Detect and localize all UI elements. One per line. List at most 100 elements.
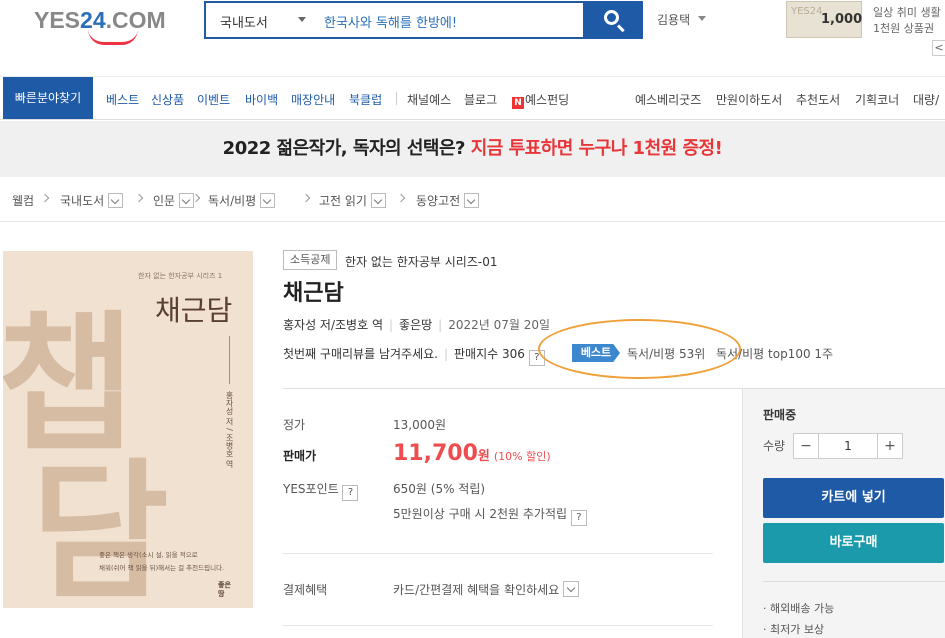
search-icon: [604, 10, 619, 25]
nav-item-best[interactable]: 베스트: [106, 91, 139, 108]
dropdown-icon[interactable]: [260, 193, 276, 208]
point-extra-help-icon[interactable]: ?: [570, 510, 587, 526]
payment-benefit-label: 결제혜택: [283, 583, 328, 597]
nav-item-channel-yes[interactable]: 채널예스: [407, 91, 451, 108]
meta-divider: |: [389, 318, 394, 332]
promo-text-line1[interactable]: 일상 취미 생활: [873, 4, 941, 20]
breadcrumb-item[interactable]: 동양고전: [416, 192, 480, 209]
benefit-lowest-price: · 최저가 보상: [763, 623, 825, 636]
yes-point-help-icon[interactable]: ?: [342, 485, 359, 501]
nav-item-store[interactable]: 매장안내: [291, 91, 335, 108]
breadcrumb-label: 인문: [153, 194, 176, 208]
section-divider: [283, 553, 713, 554]
search-category-select[interactable]: 국내도서: [220, 12, 268, 31]
nav-item-event[interactable]: 이벤트: [197, 91, 230, 108]
promo-gift-card[interactable]: YES24 1,000: [786, 1, 862, 38]
section-divider: [283, 625, 713, 626]
dropdown-icon[interactable]: [179, 193, 195, 208]
benefit-overseas-shipping: · 해외배송 가능: [763, 602, 835, 615]
search-box: 국내도서 한국사와 독해를 한방에!: [204, 1, 585, 39]
review-link[interactable]: 첫번째 구매리뷰를 남겨주세요.: [283, 347, 438, 361]
main-nav: 빠른분야찾기 베스트 신상품 이벤트 바이백 매장안내 북클럽 채널예스 블로그…: [0, 76, 945, 120]
sale-price-label: 판매가: [283, 449, 317, 463]
chevron-right-icon: [301, 193, 311, 203]
cover-calligraphy-bottom: 담: [31, 444, 170, 608]
nav-item-bulk[interactable]: 대량/: [913, 91, 939, 108]
payment-benefit-text: 카드/간편결제 혜택을 확인하세요: [393, 583, 560, 597]
chevron-down-icon[interactable]: [563, 581, 580, 597]
cover-blurb: 좋은 책은 생각(소시 설, 읽을 적으로: [99, 551, 198, 559]
nav-item-special[interactable]: 기획코너: [855, 91, 899, 108]
chevron-down-icon: [698, 16, 706, 21]
cover-blurb: 채워(쉬어 책 읽을 뒤)해서는 걸 추천드립니다.: [99, 564, 225, 572]
yes24-logo[interactable]: YES24.COM: [34, 7, 166, 45]
breadcrumb-home[interactable]: 웰컴: [12, 192, 34, 209]
quick-category-button[interactable]: 빠른분야찾기: [3, 77, 93, 119]
book-stats: 첫번째 구매리뷰를 남겨주세요. | 판매지수 306 ?: [283, 345, 545, 366]
dropdown-icon[interactable]: [370, 193, 386, 208]
panel-divider: [763, 581, 945, 582]
book-cover-image[interactable]: 챕 담 한자 없는 한자공부 시리즈 1 채근담 홍자성 저 / 조병호 역 좋…: [3, 251, 253, 608]
cover-author: 홍자성 저 / 조병호 역: [225, 391, 234, 468]
nav-item-goods[interactable]: 예스베리굿즈: [635, 91, 701, 108]
nav-item-under-10000[interactable]: 만원이하도서: [716, 91, 782, 108]
nav-divider: [396, 92, 397, 105]
funding-n-icon: N: [512, 97, 524, 109]
banner-text: 2022 젊은작가, 독자의 선택은?: [222, 138, 471, 159]
author-link[interactable]: 홍자성 저/조병호 역: [283, 318, 383, 332]
yes-point-label-text: YES포인트: [283, 482, 339, 496]
yes-point-extra: 5만원이상 구매 시 2천원 추가적립 ?: [393, 505, 587, 526]
chevron-right-icon: [134, 193, 144, 203]
sale-status: 판매중: [763, 408, 797, 422]
discount-rate: (10% 할인): [493, 450, 551, 463]
payment-benefit-link[interactable]: 카드/간편결제 혜택을 확인하세요: [393, 581, 580, 598]
nav-item-new[interactable]: 신상품: [151, 91, 184, 108]
breadcrumb-label: 동양고전: [416, 194, 461, 208]
event-banner[interactable]: 2022 젊은작가, 독자의 선택은? 지금 투표하면 누구나 1천원 증정!: [0, 121, 945, 177]
cover-publisher: 좋은 땅: [218, 581, 231, 598]
purchase-panel: 판매중 수량 − 1 + 카트에 넣기 바로구매 · 해외배송 가능 · 최저가…: [742, 389, 945, 638]
breadcrumb-item[interactable]: 독서/비평: [208, 192, 276, 209]
breadcrumb-label: 독서/비평: [208, 194, 257, 208]
quantity-decrease-button[interactable]: −: [793, 433, 819, 459]
promo-card-bg-text: YES24: [791, 6, 823, 17]
breadcrumb-label: 국내도서: [60, 194, 105, 208]
breadcrumb-item[interactable]: 인문: [153, 192, 195, 209]
nav-item-recommended[interactable]: 추천도서: [796, 91, 840, 108]
promo-prev-button[interactable]: <: [932, 40, 945, 56]
yes-point-extra-text: 5만원이상 구매 시 2천원 추가적립: [393, 507, 568, 521]
quantity-label: 수량: [763, 439, 786, 453]
nav-item-bookclub[interactable]: 북클럽: [349, 91, 382, 108]
sales-index: 판매지수 306: [454, 347, 525, 361]
breadcrumb-item[interactable]: 고전 읽기: [319, 192, 386, 209]
nav-item-funding-label: 예스펀딩: [525, 93, 570, 107]
nav-item-funding[interactable]: N 예스펀딩: [512, 91, 569, 109]
publisher-link[interactable]: 좋은땅: [399, 318, 432, 332]
series-name[interactable]: 한자 없는 한자공부 시리즈-01: [345, 253, 497, 270]
publish-date: 2022년 07월 20일: [448, 318, 551, 332]
yes-point-label: YES포인트 ?: [283, 480, 359, 501]
meta-divider: |: [438, 318, 443, 332]
buy-now-button[interactable]: 바로구매: [763, 523, 944, 563]
promo-text-line2[interactable]: 1천원 상품권: [873, 20, 934, 36]
banner-highlight: 지금 투표하면 누구나 1천원 증정!: [470, 138, 723, 159]
chevron-down-icon: [298, 17, 306, 22]
nav-item-buyback[interactable]: 바이백: [245, 91, 278, 108]
nav-item-blog[interactable]: 블로그: [464, 91, 497, 108]
dropdown-icon[interactable]: [464, 193, 480, 208]
dropdown-icon[interactable]: [108, 193, 124, 208]
promo-card-amount: 1,000: [821, 12, 863, 27]
highlight-annotation-circle: [538, 319, 741, 379]
user-name-menu[interactable]: 김용택: [657, 11, 690, 28]
quantity-input[interactable]: 1: [819, 433, 877, 459]
cover-line: [229, 336, 230, 384]
stats-divider: |: [443, 347, 449, 361]
breadcrumb-label: 고전 읽기: [319, 194, 367, 208]
search-input[interactable]: 한국사와 독해를 한방에!: [324, 12, 457, 31]
quantity-increase-button[interactable]: +: [877, 433, 903, 459]
cover-title: 채근담: [155, 294, 233, 327]
sale-price-unit: 원: [477, 449, 490, 464]
breadcrumb-item[interactable]: 국내도서: [60, 192, 124, 209]
add-to-cart-button[interactable]: 카트에 넣기: [763, 478, 944, 518]
search-button[interactable]: [585, 1, 643, 39]
